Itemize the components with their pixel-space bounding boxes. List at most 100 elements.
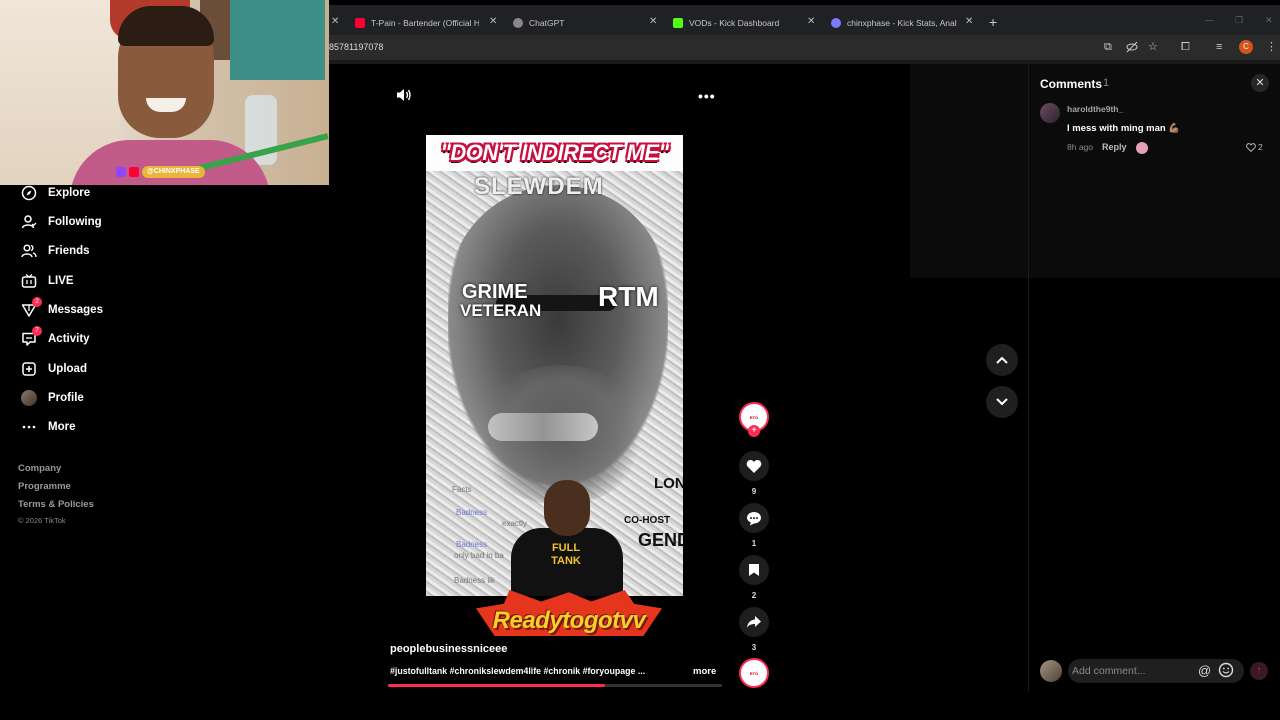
address-bar: 85781197078 ⧉ ☆ ⧠ ≡ C ⋮ xyxy=(329,35,1280,60)
browser-tab-bar: ✕ T-Pain - Bartender (Official HD ✕ Chat… xyxy=(329,5,1280,35)
media-queue-icon[interactable]: ≡ xyxy=(1216,41,1222,53)
tab-close-icon[interactable]: ✕ xyxy=(331,17,339,27)
commenter-avatar[interactable] xyxy=(1040,103,1060,123)
sidebar-item-label: Following xyxy=(48,216,102,228)
copyright: © 2026 TikTok xyxy=(18,516,66,525)
volume-icon[interactable] xyxy=(396,88,412,107)
tab-title: VODs - Kick Dashboard xyxy=(689,18,780,28)
tab-close-icon[interactable]: ✕ xyxy=(965,17,973,27)
close-comments-icon[interactable]: ✕ xyxy=(1251,74,1269,92)
eye-off-icon[interactable] xyxy=(1126,41,1138,56)
more-options-icon[interactable]: ••• xyxy=(698,88,716,104)
portrait-text: SLEWDEM xyxy=(474,173,604,200)
footer-link-programme[interactable]: Programme xyxy=(18,481,71,492)
sidebar-item-profile[interactable]: Profile xyxy=(20,387,84,409)
browser-tab-kick-stats[interactable]: chinxphase - Kick Stats, Analytic xyxy=(831,12,957,34)
video-progress-bar[interactable] xyxy=(388,684,722,687)
next-video-button[interactable] xyxy=(986,386,1018,418)
footer-link-terms[interactable]: Terms & Policies xyxy=(18,499,94,510)
upload-icon xyxy=(20,360,38,378)
url-text[interactable]: 85781197078 xyxy=(329,42,383,52)
follow-plus-icon[interactable]: + xyxy=(748,425,760,437)
sidebar-item-activity[interactable]: 7 Activity xyxy=(20,326,90,350)
video-author[interactable]: peoplebusinessniceee xyxy=(390,643,507,655)
sidebar-item-more[interactable]: More xyxy=(20,416,75,438)
sidebar-item-label: Friends xyxy=(48,245,90,257)
extensions-icon[interactable]: ⧠ xyxy=(1181,41,1190,53)
streamer-handle: @CHINXPHASE xyxy=(142,166,205,178)
kebab-menu-icon[interactable]: ⋮ xyxy=(1266,41,1277,53)
tab-close-icon[interactable]: ✕ xyxy=(649,17,657,27)
live-chat-line: only bad in ba xyxy=(454,551,504,560)
commenter-username[interactable]: haroldthe9th_ xyxy=(1067,104,1123,114)
share-icon xyxy=(747,616,761,628)
sidebar-item-live[interactable]: LIVE xyxy=(20,270,74,292)
reply-button[interactable]: Reply xyxy=(1102,142,1127,152)
notification-badge: 2 xyxy=(32,297,42,307)
chevron-up-icon xyxy=(996,356,1008,364)
live-chat-line: Facts xyxy=(452,485,472,494)
more-dots-icon xyxy=(20,418,38,436)
tab-title: T-Pain - Bartender (Official HD xyxy=(371,18,479,28)
browser-tab-chatgpt[interactable]: ChatGPT xyxy=(513,12,633,34)
send-comment-icon[interactable]: ↑ xyxy=(1250,662,1268,680)
divider xyxy=(1028,64,1029,692)
restore-icon[interactable]: ❐ xyxy=(1235,15,1243,26)
sidebar-item-label: Upload xyxy=(48,363,87,375)
emoji-icon[interactable] xyxy=(1218,662,1234,683)
browser-tab-youtube[interactable]: T-Pain - Bartender (Official HD xyxy=(355,12,479,34)
save-button[interactable] xyxy=(739,555,769,585)
tab-close-icon[interactable]: ✕ xyxy=(489,17,497,27)
sidebar-item-label: LIVE xyxy=(48,275,74,287)
install-app-icon[interactable]: ⧉ xyxy=(1104,41,1112,53)
caption-more-link[interactable]: more xyxy=(693,666,716,677)
portrait-text: LOND xyxy=(654,475,683,492)
sidebar-item-messages[interactable]: 2 Messages xyxy=(20,297,103,321)
logo-text: Readytogotvv xyxy=(492,607,646,634)
comment-button[interactable] xyxy=(739,503,769,533)
tab-close-icon[interactable]: ✕ xyxy=(807,17,815,27)
comments-panel-bg xyxy=(910,64,1280,278)
previous-video-button[interactable] xyxy=(986,344,1018,376)
footer-link-company[interactable]: Company xyxy=(18,463,61,474)
like-button[interactable] xyxy=(739,451,769,481)
bookmark-icon xyxy=(749,564,759,576)
window-close-icon[interactable]: ✕ xyxy=(1265,15,1273,26)
sidebar-item-explore[interactable]: Explore xyxy=(20,182,90,204)
sidebar-item-upload[interactable]: Upload xyxy=(20,358,87,380)
share-button[interactable] xyxy=(739,607,769,637)
user-follow-icon xyxy=(20,213,38,231)
comment-like-count: 2 xyxy=(1258,142,1263,152)
live-chat-line: Badness xyxy=(456,540,488,549)
current-user-avatar xyxy=(1040,660,1062,682)
save-count: 2 xyxy=(751,591,757,600)
video-player[interactable]: SLEWDEM GRIME VETERAN RTM LOND CO-HOST G… xyxy=(426,135,683,596)
channel-logo: Readytogotvv xyxy=(466,590,672,644)
sidebar-item-following[interactable]: Following xyxy=(20,211,102,233)
sidebar-item-friends[interactable]: Friends xyxy=(20,240,90,262)
live-tv-icon xyxy=(20,272,38,290)
creator-liked-icon xyxy=(1136,142,1148,154)
new-tab-icon[interactable]: + xyxy=(989,14,997,30)
friends-icon xyxy=(20,242,38,260)
sunglasses xyxy=(488,413,598,441)
webcam-overlay: @CHINXPHASE xyxy=(0,0,329,185)
sound-disc[interactable]: RTG xyxy=(739,658,769,688)
sidebar-item-label: Activity xyxy=(48,333,90,345)
comment-like-button[interactable]: 2 xyxy=(1246,142,1263,152)
sidebar-item-label: Profile xyxy=(48,392,84,404)
portrait-text: VETERAN xyxy=(460,301,542,320)
twitch-icon xyxy=(116,167,126,177)
comment-text: I mess with ming man 💪🏽 xyxy=(1067,123,1181,134)
browser-tab-kick-dashboard[interactable]: VODs - Kick Dashboard xyxy=(673,12,797,34)
sidebar-item-label: More xyxy=(48,421,76,433)
youtube-icon xyxy=(355,18,365,28)
portrait-text: CO-HOST xyxy=(624,515,671,526)
portrait-text: GENDAR xyxy=(638,530,683,550)
profile-avatar[interactable]: C xyxy=(1239,40,1253,54)
comment-input[interactable] xyxy=(1072,663,1192,679)
bookmark-star-icon[interactable]: ☆ xyxy=(1148,41,1158,53)
shirt-text: FULL TANK xyxy=(551,542,581,567)
minimize-icon[interactable]: — xyxy=(1205,15,1214,25)
mention-icon[interactable]: @ xyxy=(1198,663,1211,679)
